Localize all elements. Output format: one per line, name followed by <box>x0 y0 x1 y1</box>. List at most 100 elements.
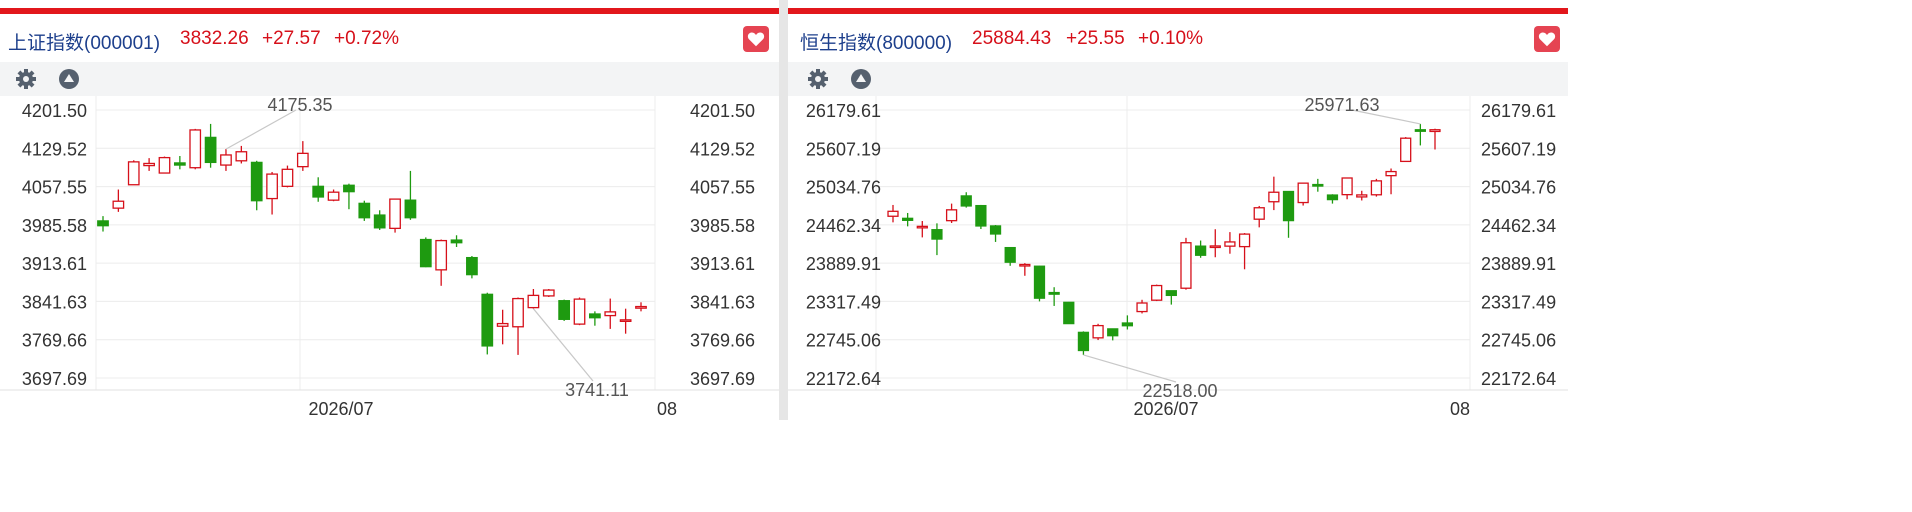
candlestick-chart[interactable]: 4201.50 4129.52 4057.55 3985.58 3913.61 3841.… <box>0 96 779 420</box>
candle-down[interactable] <box>989 225 1002 242</box>
candle-body <box>373 214 386 229</box>
candle-body <box>389 198 401 230</box>
candle-down[interactable] <box>960 192 972 208</box>
candle-up[interactable] <box>542 289 555 297</box>
y-tick-label-left: 3697.69 <box>22 369 87 389</box>
candle-down[interactable] <box>1033 265 1046 302</box>
candle-up[interactable] <box>1341 177 1353 200</box>
candle-down[interactable] <box>1165 290 1177 305</box>
candle-body <box>1385 170 1397 177</box>
candle-up[interactable] <box>435 239 448 286</box>
candle-up[interactable] <box>1151 284 1163 302</box>
candle-down[interactable] <box>204 123 217 168</box>
candle-up[interactable] <box>296 141 309 171</box>
candle-down[interactable] <box>250 160 263 211</box>
candle-up[interactable] <box>1385 168 1397 195</box>
candle-down[interactable] <box>1414 123 1426 146</box>
x-tick-label: 08 <box>1450 399 1470 419</box>
candle-down[interactable] <box>1326 194 1339 204</box>
candle-body <box>1194 245 1207 256</box>
candle-down[interactable] <box>343 183 355 210</box>
candle-up[interactable] <box>389 198 401 233</box>
candle-down[interactable] <box>931 223 943 256</box>
candle-body <box>887 210 899 217</box>
candle-up[interactable] <box>220 149 232 171</box>
candle-up[interactable] <box>635 302 647 312</box>
candle-down[interactable] <box>589 311 601 326</box>
candle-down[interactable] <box>1077 331 1090 355</box>
candle-up[interactable] <box>512 297 524 355</box>
candle-up[interactable] <box>1019 263 1031 276</box>
candle-down[interactable] <box>902 212 914 227</box>
candle-up[interactable] <box>1238 233 1251 270</box>
candle-down[interactable] <box>466 256 478 279</box>
candle-up[interactable] <box>1092 323 1104 341</box>
candle-up[interactable] <box>1356 190 1368 201</box>
candle-up[interactable] <box>604 298 617 329</box>
candle-up[interactable] <box>1209 229 1221 258</box>
gear-icon[interactable] <box>806 67 830 91</box>
candle-up[interactable] <box>158 156 171 174</box>
candle-up[interactable] <box>1400 137 1412 163</box>
candle-down[interactable] <box>558 299 571 321</box>
candle-down[interactable] <box>481 292 494 355</box>
candle-body <box>989 225 1002 235</box>
candle-down[interactable] <box>173 156 186 170</box>
candle-up[interactable] <box>1297 182 1309 206</box>
candle-body <box>1268 191 1280 203</box>
candle-down[interactable] <box>1063 301 1075 325</box>
triangle-up-icon[interactable] <box>849 67 873 91</box>
y-tick-label-right: 23317.49 <box>1481 292 1556 312</box>
candle-body <box>220 154 232 166</box>
candle-body <box>542 289 555 297</box>
candle-up[interactable] <box>916 221 928 238</box>
candle-body <box>1063 301 1075 325</box>
candle-up[interactable] <box>573 297 586 326</box>
index-name[interactable]: 恒生指数(800000) <box>800 28 952 55</box>
chart-toolbar <box>0 62 779 96</box>
candle-down[interactable] <box>450 235 463 247</box>
candle-down[interactable] <box>1121 315 1134 330</box>
candle-down[interactable] <box>1282 190 1295 238</box>
candle-up[interactable] <box>1253 205 1265 228</box>
candle-down[interactable] <box>312 177 325 202</box>
candle-up[interactable] <box>112 189 125 212</box>
candle-down[interactable] <box>404 170 417 220</box>
triangle-up-icon[interactable] <box>57 67 81 91</box>
candle-body <box>1092 324 1104 339</box>
candle-down[interactable] <box>358 200 371 221</box>
candle-up[interactable] <box>945 203 958 224</box>
candle-up[interactable] <box>496 309 509 345</box>
candle-up[interactable] <box>1370 178 1383 197</box>
candle-up[interactable] <box>527 289 540 309</box>
candle-up[interactable] <box>143 158 155 171</box>
candle-down[interactable] <box>1194 240 1207 258</box>
candle-body <box>604 311 617 317</box>
gear-icon[interactable] <box>14 67 38 91</box>
candle-up[interactable] <box>1429 128 1441 150</box>
candle-up[interactable] <box>127 160 140 186</box>
candle-down[interactable] <box>1048 287 1060 306</box>
candle-down[interactable] <box>1312 178 1324 192</box>
candle-down[interactable] <box>97 216 109 232</box>
candle-body <box>404 199 417 219</box>
x-axis: 2026/07 08 <box>308 399 677 419</box>
index-name[interactable]: 上证指数(000001) <box>8 28 160 55</box>
quote-header: 上证指数(000001) 3832.26 +27.57 +0.72% <box>0 14 779 62</box>
candlestick-chart[interactable]: 26179.61 25607.19 25034.76 24462.34 23889.91… <box>788 96 1568 420</box>
favorite-button[interactable] <box>743 26 769 52</box>
candle-up[interactable] <box>1224 232 1236 254</box>
favorite-button[interactable] <box>1534 26 1560 52</box>
candle-down[interactable] <box>373 210 386 230</box>
candle-down[interactable] <box>1107 328 1119 341</box>
candle-up[interactable] <box>619 308 632 334</box>
candle-up[interactable] <box>189 128 202 170</box>
candle-up[interactable] <box>266 171 278 215</box>
candle-up[interactable] <box>1268 176 1280 211</box>
candle-down[interactable] <box>975 204 987 230</box>
candle-up[interactable] <box>281 165 294 188</box>
candle-up[interactable] <box>1180 237 1192 290</box>
candle-up[interactable] <box>887 204 899 223</box>
candle-up[interactable] <box>327 189 340 202</box>
candle-down[interactable] <box>419 237 432 268</box>
